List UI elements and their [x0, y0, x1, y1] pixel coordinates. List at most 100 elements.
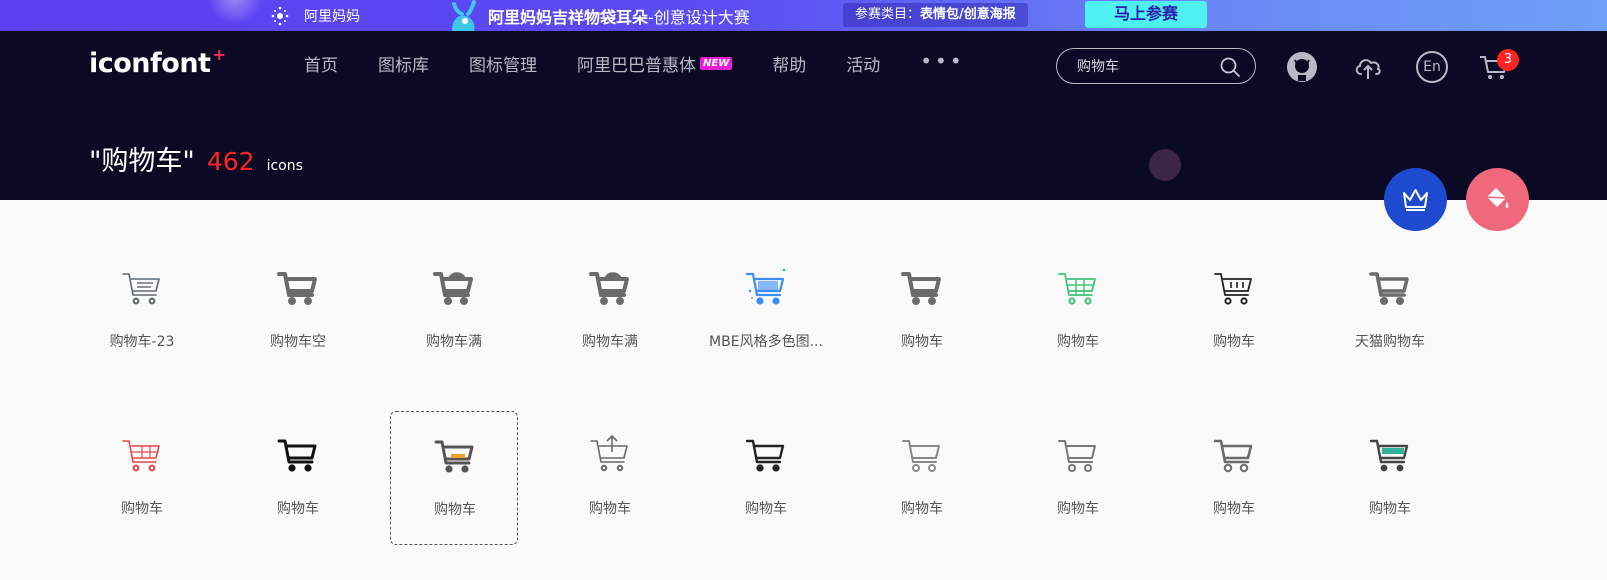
icon-card[interactable]: 购物车 [234, 411, 362, 545]
upload-cloud-icon[interactable] [1352, 51, 1384, 83]
shopping-cart-icon [277, 272, 317, 305]
icon-card-label: 购物车 [434, 502, 476, 518]
icon-card[interactable]: 购物车 [858, 411, 986, 545]
new-badge: NEW [700, 57, 733, 70]
nav-icon-library[interactable]: 图标库 [378, 51, 429, 76]
shopping-cart-icon [1058, 440, 1096, 472]
shopping-cart-icon [1214, 273, 1252, 305]
icon-card-label: 购物车满 [582, 334, 638, 350]
results-unit: icons [266, 158, 303, 174]
icon-card-label: 购物车 [121, 501, 163, 517]
nav-activity[interactable]: 活动 [846, 51, 880, 76]
nav-home[interactable]: 首页 [304, 51, 338, 76]
nav-icon-library-label: 图标库 [378, 56, 429, 76]
shopping-cart-icon [1369, 439, 1409, 472]
icon-card-label: 购物车 [745, 501, 787, 517]
iconfont-logo[interactable]: iconfont + [89, 45, 226, 79]
icon-card[interactable]: 购物车空 [234, 244, 362, 378]
nav-puhuiti[interactable]: 阿里巴巴普惠体 NEW [577, 51, 733, 76]
icon-card[interactable]: 购物车-23 [78, 244, 206, 378]
search-box [1056, 48, 1256, 84]
icon-card[interactable]: MBE风格多色图... [702, 244, 830, 378]
icon-card-label: 购物车 [1057, 501, 1099, 517]
icon-card-label: 购物车 [1213, 334, 1255, 350]
results-count: 462 [206, 147, 255, 176]
mascot-icon [452, 0, 476, 31]
icon-card[interactable]: 购物车 [702, 411, 830, 545]
category-value: 表情包/创意海报 [920, 7, 1016, 22]
crown-icon [1403, 189, 1428, 211]
icon-card-label: 购物车 [277, 501, 319, 517]
icon-card-label: MBE风格多色图... [709, 334, 823, 350]
results-query: "购物车" [89, 146, 195, 177]
nav-icon-management-label: 图标管理 [469, 56, 537, 76]
headline-thin-text: -创意设计大赛 [648, 8, 750, 27]
logo-text: iconfont [89, 48, 211, 79]
shopping-cart-icon [745, 268, 786, 305]
shopping-cart-icon [277, 439, 317, 472]
nav-help-label: 帮助 [772, 56, 807, 76]
shopping-cart-icon [1369, 272, 1409, 305]
shopping-cart-icon [433, 272, 473, 305]
promo-banner[interactable]: 阿里妈妈 阿里妈妈吉祥物袋耳朵-创意设计大赛 参赛类目：表情包/创意海报 马上参… [0, 0, 1607, 31]
nav-activity-label: 活动 [846, 56, 881, 76]
cart-count-badge: 3 [1497, 49, 1519, 71]
alimama-logo-icon [271, 6, 289, 26]
shopping-cart-icon [434, 440, 474, 473]
icon-card-label: 购物车 [1057, 334, 1099, 350]
vip-button[interactable] [1384, 168, 1447, 231]
nav-help[interactable]: 帮助 [772, 51, 806, 76]
icon-card[interactable]: 购物车 [1170, 411, 1298, 545]
icon-card-label: 购物车 [901, 501, 943, 517]
icon-card[interactable]: 购物车 [1326, 411, 1454, 545]
nav-icon-management[interactable]: 图标管理 [469, 51, 537, 76]
shopping-cart-icon [901, 272, 941, 305]
shopping-cart-icon [590, 434, 628, 472]
shopping-cart-icon [589, 272, 629, 305]
icon-card[interactable]: 天猫购物车 [1326, 244, 1454, 378]
banner-category: 参赛类目：表情包/创意海报 [843, 3, 1028, 27]
shopping-cart-icon [902, 440, 940, 472]
more-menu-icon[interactable]: ••• [920, 49, 964, 73]
icon-card[interactable]: 购物车 [546, 411, 674, 545]
shopping-cart-icon [122, 440, 160, 472]
headline-bold-text: 阿里妈妈吉祥物袋耳朵 [488, 8, 649, 27]
search-input[interactable] [1077, 57, 1217, 75]
icon-card-label: 购物车-23 [109, 334, 175, 350]
github-icon[interactable] [1286, 51, 1318, 83]
nav-puhuiti-label: 阿里巴巴普惠体 [577, 56, 696, 76]
join-contest-button[interactable]: 马上参赛 [1085, 1, 1207, 28]
icon-card-label: 购物车 [1213, 501, 1255, 517]
language-en-icon[interactable]: En [1416, 51, 1448, 83]
icon-card-label: 购物车 [1369, 501, 1411, 517]
icon-card-label: 购物车 [589, 501, 631, 517]
icon-card-label: 天猫购物车 [1355, 334, 1425, 350]
alimama-brand: 阿里妈妈 [270, 5, 360, 27]
icon-card[interactable]: 购物车 [390, 411, 518, 545]
category-label: 参赛类目： [855, 7, 921, 22]
icon-card-label: 购物车空 [270, 334, 326, 350]
shopping-cart-icon [1213, 439, 1253, 473]
icon-card-label: 购物车满 [426, 334, 482, 350]
site-header: iconfont + 首页 图标库 图标管理 阿里巴巴普惠体 NEW 帮助 活动 •… [0, 31, 1607, 200]
icon-card[interactable]: 购物车 [1014, 411, 1142, 545]
shopping-cart-icon [745, 439, 785, 472]
banner-headline[interactable]: 阿里妈妈吉祥物袋耳朵-创意设计大赛 [488, 4, 750, 28]
main-nav: 首页 图标库 图标管理 阿里巴巴普惠体 NEW 帮助 活动 ••• [304, 49, 965, 77]
icon-card[interactable]: 购物车 [1014, 244, 1142, 378]
paint-bucket-icon [1486, 188, 1509, 208]
alimama-brand-text: 阿里妈妈 [304, 9, 360, 25]
logo-plus: + [212, 45, 226, 64]
icon-card[interactable]: 购物车 [1170, 244, 1298, 378]
decorative-dot [1149, 149, 1181, 181]
icon-card[interactable]: 购物车 [858, 244, 986, 378]
results-heading: "购物车" 462 icons [89, 139, 303, 178]
theme-button[interactable] [1466, 168, 1529, 231]
icon-card[interactable]: 购物车 [78, 411, 206, 545]
icon-card[interactable]: 购物车满 [546, 244, 674, 378]
nav-home-label: 首页 [304, 56, 338, 76]
icon-card[interactable]: 购物车满 [390, 244, 518, 378]
banner-decoration [205, 0, 265, 22]
icon-card-label: 购物车 [901, 334, 943, 350]
search-icon[interactable] [1219, 56, 1241, 78]
